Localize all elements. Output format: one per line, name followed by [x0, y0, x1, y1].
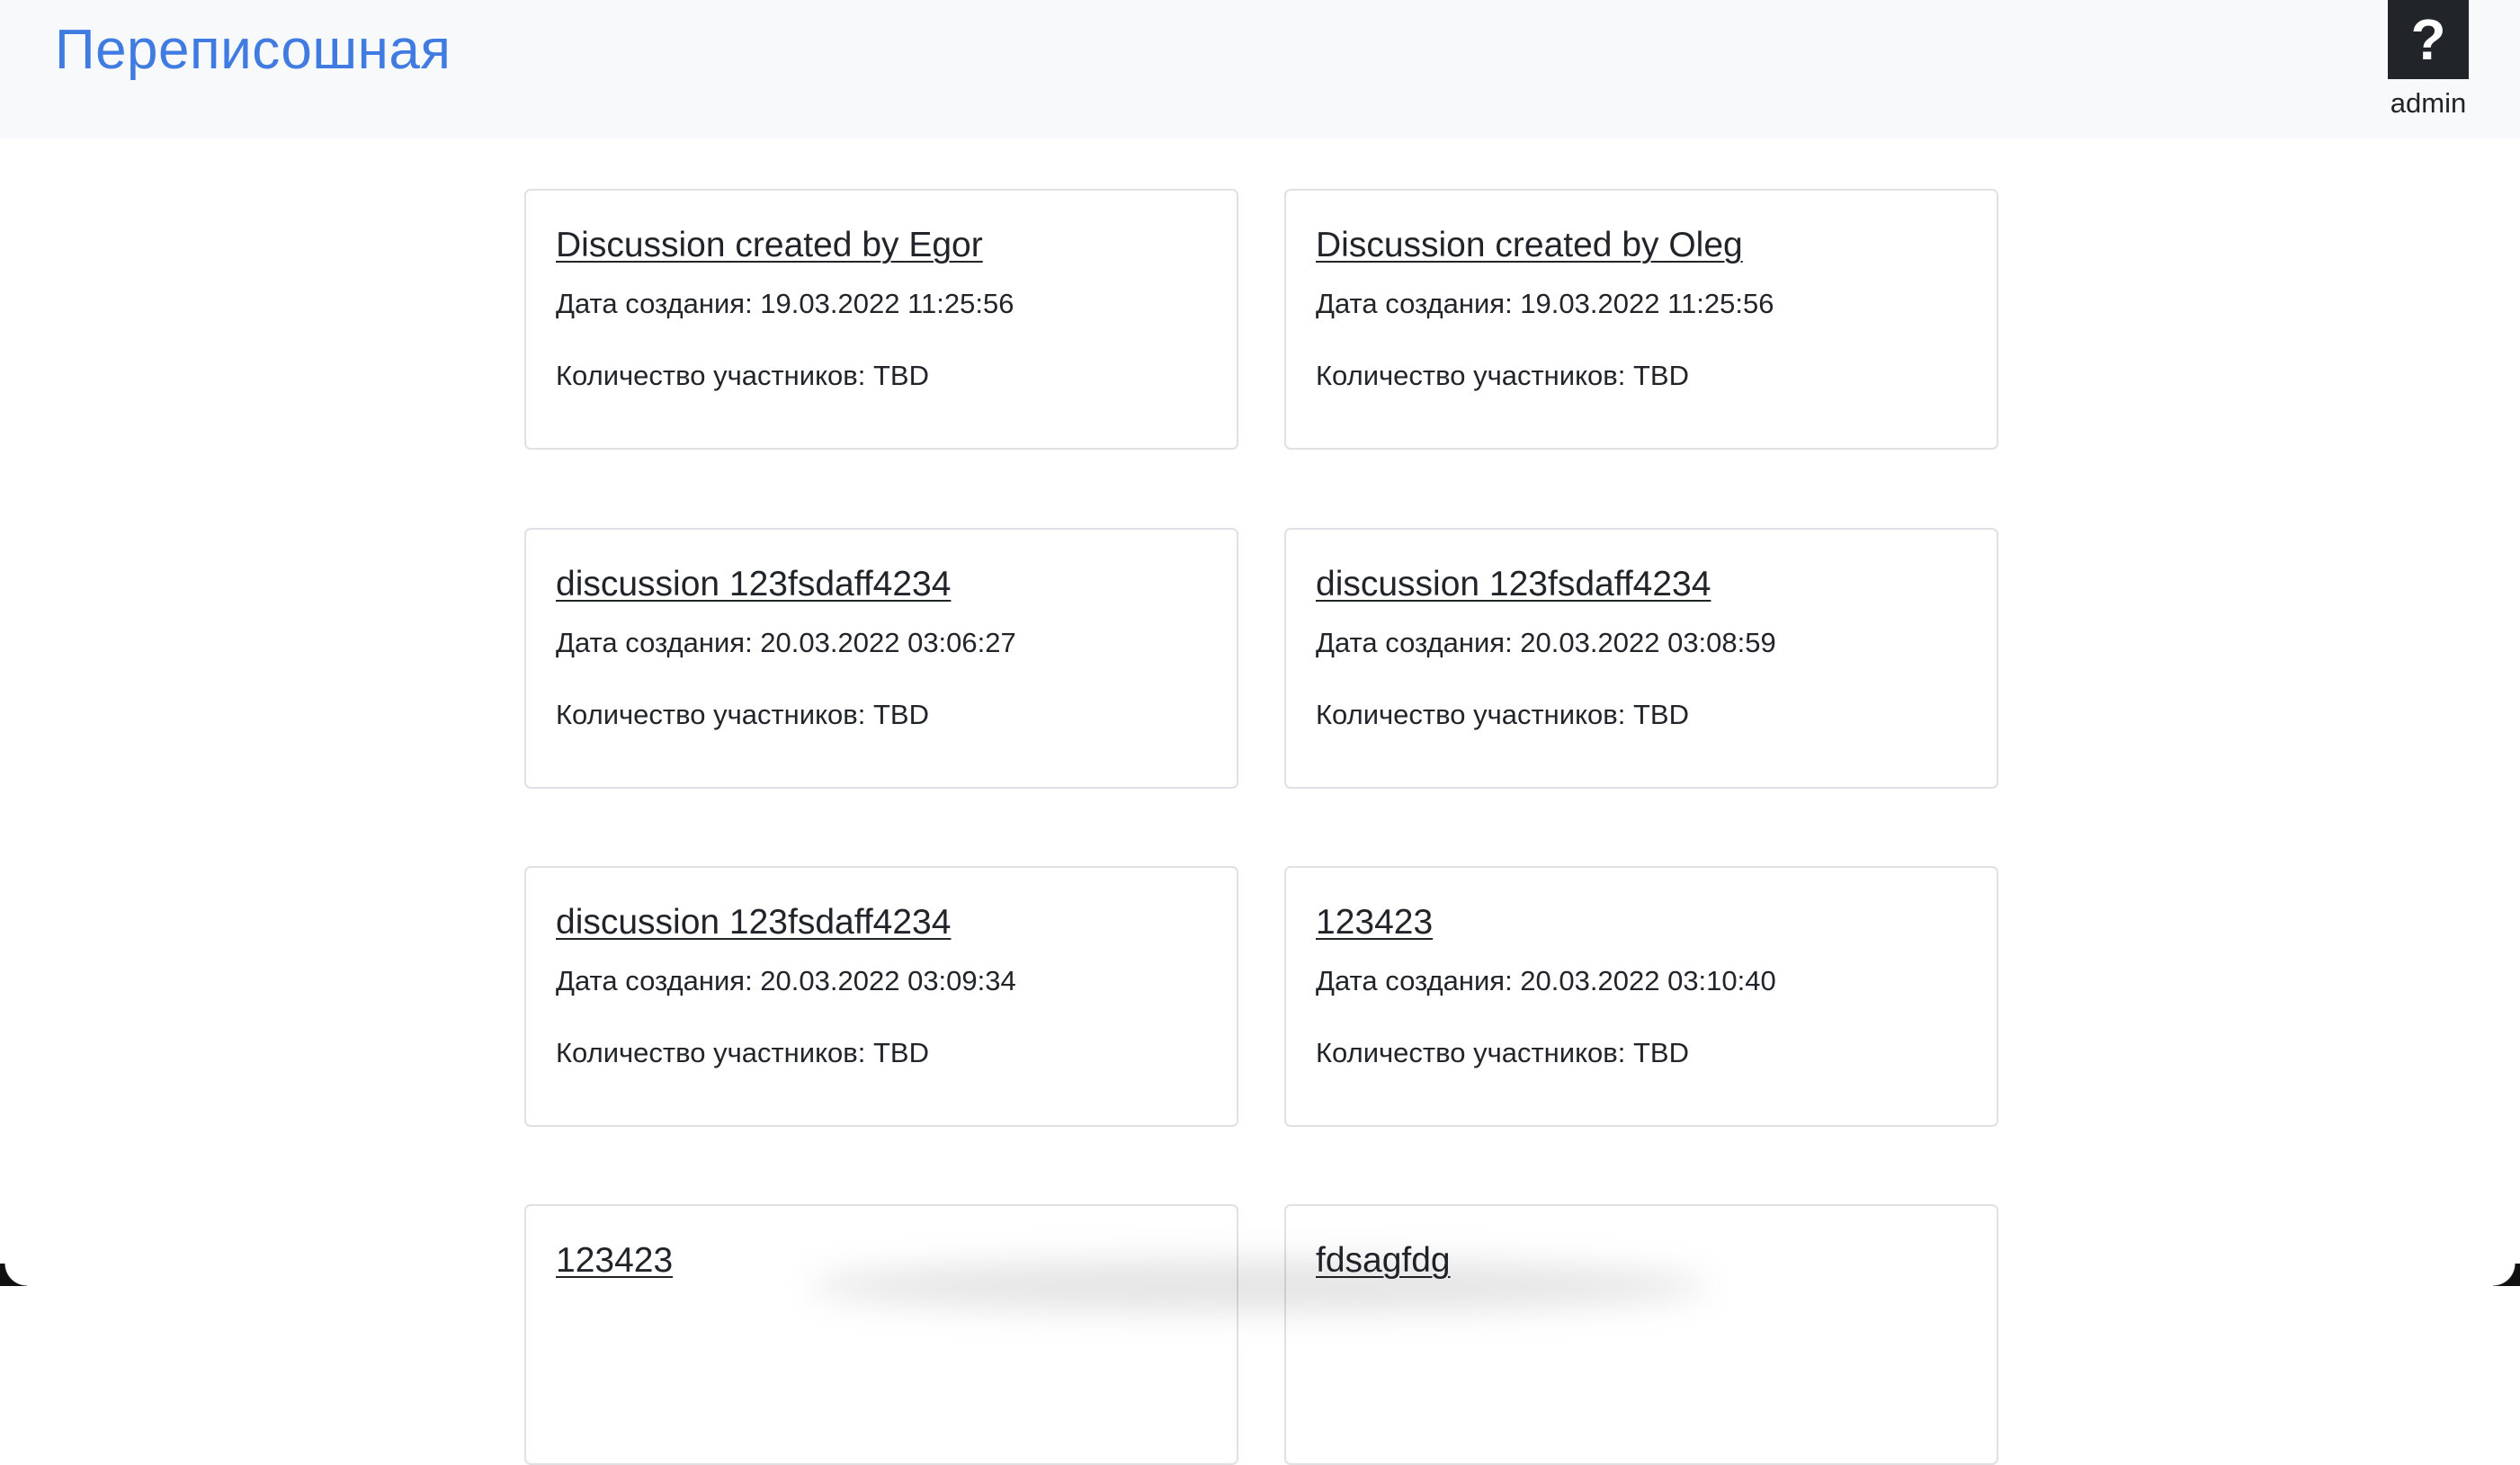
discussion-title-link[interactable]: 123423	[556, 1240, 673, 1282]
help-icon[interactable]: ?	[2388, 0, 2469, 79]
creation-date: Дата создания: 19.03.2022 11:25:56	[1316, 288, 1774, 319]
user-menu[interactable]: ? admin	[2382, 0, 2474, 120]
navbar: Переписошная ? admin	[0, 0, 2520, 138]
discussion-title-link[interactable]: discussion 123fsdaff4234	[1316, 564, 1711, 605]
members-count: Количество участников: TBD	[556, 360, 929, 391]
members-count: Количество участников: TBD	[1316, 699, 1689, 730]
discussion-card: Discussion created by Egor Дата создания…	[524, 189, 1238, 450]
creation-date: Дата создания: 20.03.2022 03:06:27	[556, 627, 1016, 658]
discussion-title-link[interactable]: discussion 123fsdaff4234	[556, 564, 951, 605]
window-corner-right	[2493, 1264, 2520, 1286]
window-corner-left	[0, 1264, 27, 1286]
creation-date: Дата создания: 20.03.2022 03:08:59	[1316, 627, 1776, 658]
discussion-card: discussion 123fsdaff4234 Дата создания: …	[1284, 528, 1998, 789]
creation-date: Дата создания: 20.03.2022 03:09:34	[556, 965, 1016, 996]
discussion-card: 123423	[524, 1204, 1238, 1465]
discussion-card: discussion 123fsdaff4234 Дата создания: …	[524, 866, 1238, 1127]
members-count: Количество участников: TBD	[1316, 360, 1689, 391]
discussion-card: Discussion created by Oleg Дата создания…	[1284, 189, 1998, 450]
discussion-card: fdsagfdg	[1284, 1204, 1998, 1465]
discussion-title-link[interactable]: discussion 123fsdaff4234	[556, 902, 951, 943]
brand-link[interactable]: Переписошная	[55, 18, 451, 83]
creation-date: Дата создания: 20.03.2022 03:10:40	[1316, 965, 1776, 996]
discussion-title-link[interactable]: Discussion created by Egor	[556, 225, 983, 266]
discussion-title-link[interactable]: Discussion created by Oleg	[1316, 225, 1743, 266]
username-label: admin	[2390, 87, 2467, 119]
creation-date: Дата создания: 19.03.2022 11:25:56	[556, 288, 1014, 319]
discussion-card: discussion 123fsdaff4234 Дата создания: …	[524, 528, 1238, 789]
members-count: Количество участников: TBD	[556, 1037, 929, 1068]
members-count: Количество участников: TBD	[1316, 1037, 1689, 1068]
discussion-card: 123423 Дата создания: 20.03.2022 03:10:4…	[1284, 866, 1998, 1127]
discussion-title-link[interactable]: 123423	[1316, 902, 1433, 943]
members-count: Количество участников: TBD	[556, 699, 929, 730]
scroll-shadow	[809, 1259, 1709, 1313]
